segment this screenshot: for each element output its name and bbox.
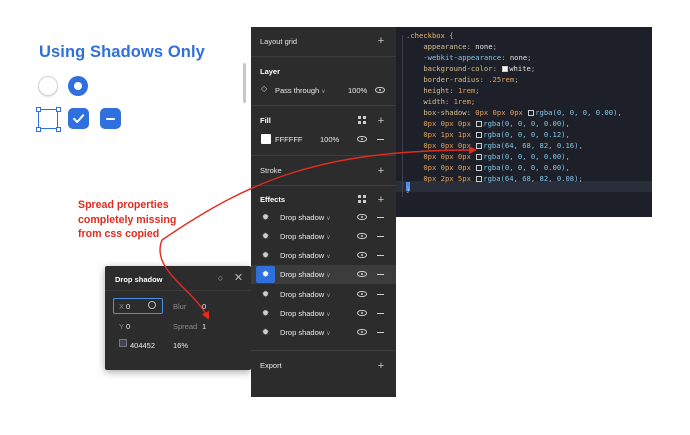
arrow-to-code-line (161, 146, 477, 241)
arrow-to-spread-field (159, 239, 210, 320)
annotation-arrows (159, 146, 477, 320)
